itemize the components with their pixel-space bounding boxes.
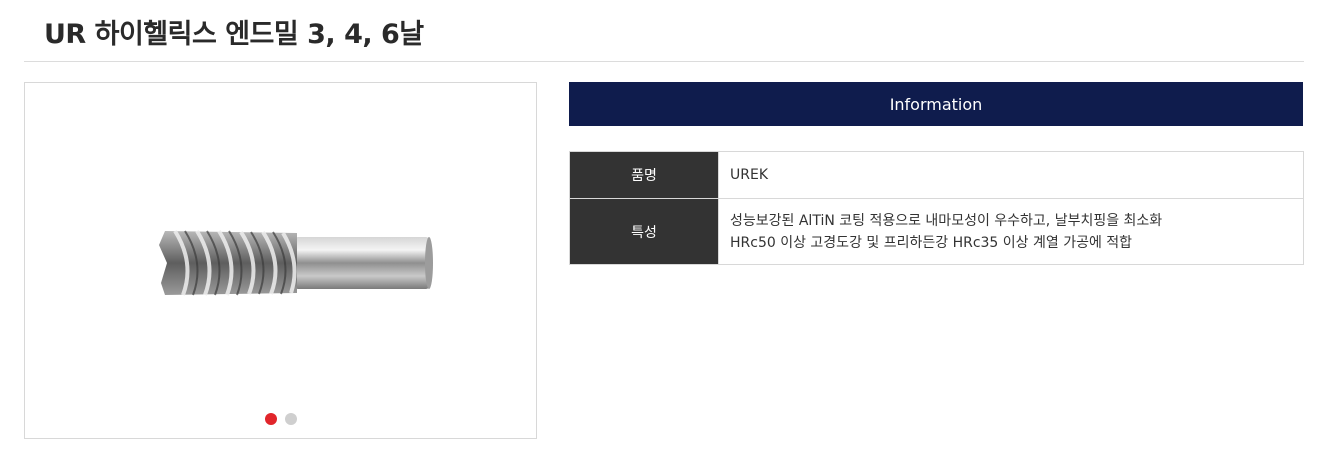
title-divider [24, 61, 1304, 62]
page-title: UR 하이헬릭스 엔드밀 3, 4, 6날 [44, 19, 424, 50]
feature-line-2: HRc50 이상 고경도강 및 프리하든강 HRc35 이상 계열 가공에 적합 [730, 234, 1133, 251]
row-value-features: 성능보강된 AlTiN 코팅 적용으로 내마모성이 우수하고, 날부치핑을 최소… [718, 198, 1304, 265]
information-header: Information [569, 82, 1303, 126]
slide-dot-1[interactable] [264, 413, 277, 425]
feature-line-1: 성능보강된 AlTiN 코팅 적용으로 내마모성이 우수하고, 날부치핑을 최소… [730, 212, 1163, 229]
row-value-product-name: UREK [718, 151, 1304, 199]
endmill-product-image [159, 229, 433, 296]
slider-pagination [25, 413, 536, 425]
table-row: 품명 UREK [569, 151, 1304, 199]
table-row: 특성 성능보강된 AlTiN 코팅 적용으로 내마모성이 우수하고, 날부치핑을… [569, 198, 1304, 265]
product-name-value: UREK [730, 167, 769, 183]
row-label-product-name: 품명 [569, 151, 719, 199]
product-image-gallery [24, 82, 537, 439]
row-label-features: 특성 [569, 198, 719, 265]
slide-dot-2[interactable] [284, 413, 297, 425]
product-info-table: 품명 UREK 특성 성능보강된 AlTiN 코팅 적용으로 내마모성이 우수하… [569, 151, 1304, 265]
